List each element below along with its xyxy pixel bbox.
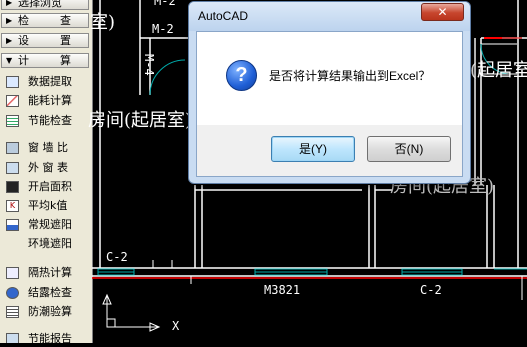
tool-average-k[interactable]: K 平均k值 [4,197,90,215]
close-icon: ✕ [437,5,448,19]
tool-shading[interactable]: 常规遮阳 [4,216,90,234]
average-k-icon: K [6,200,19,212]
report-icon [6,333,19,343]
dialog-message: 是否将计算结果输出到Excel？ [269,69,431,83]
ucs-axis-label: X [172,319,180,333]
category-label-2: 查 [60,14,71,27]
window-table-icon [6,162,19,174]
expand-icon: ▶ [6,36,13,45]
insulation-icon [6,267,19,279]
window-label: C-2 [420,283,442,297]
dialog-title: AutoCAD [198,9,249,23]
category-label: 选择浏览 [18,0,62,9]
door-label: M-4 [142,54,156,76]
question-icon: ? [226,60,257,91]
category-settings[interactable]: ▶ 设 置 [1,33,89,48]
window-label: M3821 [264,283,301,297]
tool-energy-calc[interactable]: 能耗计算 [4,92,90,110]
dialog-body: ? 是否将计算结果输出到Excel？ 是(Y) 否(N) [196,31,463,177]
category-check[interactable]: ▶ 检 查 [1,13,89,28]
collapse-icon: ▼ [6,56,13,65]
tool-open-area[interactable]: 开启面积 [4,178,90,196]
category-label: 检 [18,14,31,27]
dialog-titlebar[interactable]: AutoCAD ✕ [189,2,470,31]
expand-icon: ▶ [6,16,13,25]
shading-icon [6,219,19,231]
yes-button[interactable]: 是(Y) [271,136,355,162]
energy-calc-icon [6,95,19,107]
open-area-icon [6,181,19,193]
tool-data-extract[interactable]: 数据提取 [4,73,90,91]
tool-window-wall-ratio[interactable]: 窗 墙 比 [4,139,90,157]
tool-insulation[interactable]: 隔热计算 [4,264,90,282]
moisture-icon [6,306,19,318]
condensation-icon [6,287,19,299]
no-button[interactable]: 否(N) [367,136,451,162]
category-calculate[interactable]: ▼ 计 算 [1,53,89,68]
tool-environment-shading[interactable]: 环境遮阳 [4,235,90,253]
tool-energy-check[interactable]: 节能检查 [4,112,90,130]
close-button[interactable]: ✕ [421,3,464,21]
room-label: 房间(起居室) [88,110,193,131]
door-label: M-2 [154,0,176,8]
category-label-2: 算 [60,54,71,67]
category-browse[interactable]: ▶ 选择浏览 [1,0,89,10]
expand-icon: ▶ [6,0,13,7]
confirm-dialog: AutoCAD ✕ ? 是否将计算结果输出到Excel？ 是(Y) 否(N) [188,1,471,184]
category-label: 设 [18,34,31,47]
energy-check-icon [6,115,19,127]
message-area: ? 是否将计算结果输出到Excel？ [197,32,462,125]
tool-palette: ▶ 选择浏览 ▶ 检 查 ▶ 设 置 ▼ 计 算 数据提取 能耗计算 节能检查 … [0,0,93,343]
tool-moisture[interactable]: 防潮验算 [4,303,90,321]
data-extract-icon [6,76,19,88]
door-label: M-2 [152,22,174,36]
tool-window-table[interactable]: 外 窗 表 [4,159,90,177]
window-wall-ratio-icon [6,142,19,154]
category-label-2: 置 [60,34,71,47]
tool-report[interactable]: 节能报告 [4,330,90,343]
window-label: C-2 [106,250,128,264]
tool-condensation[interactable]: 结露检查 [4,284,90,302]
category-label: 计 [18,54,31,67]
room-label: 室) [90,12,116,33]
